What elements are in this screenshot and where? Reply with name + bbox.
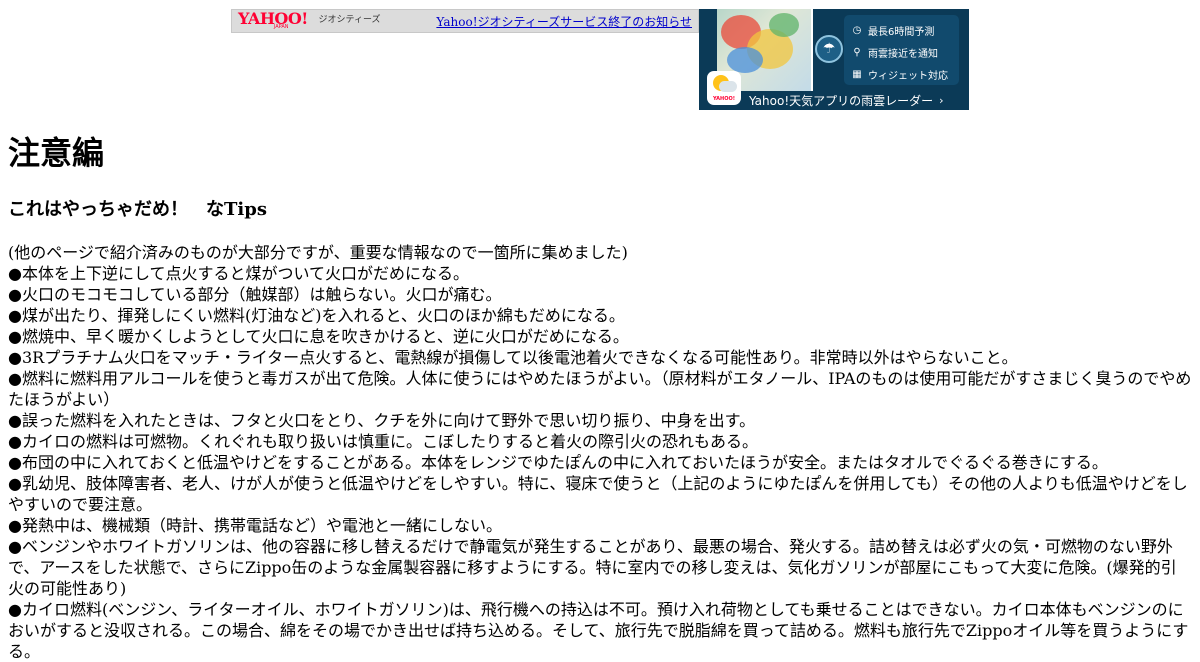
tips-line: ●燃料に燃料用アルコールを使うと毒ガスが出て危険。人体に使うにはやめたほうがよい… [8, 369, 1192, 409]
tips-content: (他のページで紹介済みのものが大部分ですが、重要な情報なので一箇所に集めました)… [8, 242, 1192, 662]
tips-line: ●誤った燃料を入れたときは、フタと火口をとり、クチを外に向けて野外で思い切り振り… [8, 411, 756, 430]
ad-feature-label: 雨雲接近を通知 [868, 48, 938, 60]
geocities-service-name: ジオシティーズ [318, 15, 381, 25]
widget-grid-icon: ▦ [852, 68, 862, 80]
weather-app-icon: YAHOO! [707, 71, 741, 105]
ad-feature-item: ⚲ 雨雲接近を通知 [850, 41, 959, 63]
yahoo-japan-logo[interactable]: YAHOO! JAPAN ジオシティーズ [238, 11, 381, 31]
tips-line: ●布団の中に入れておくと低温やけどをすることがある。本体をレンジでゆたぽんの中に… [8, 453, 1108, 472]
clock-icon: ◷ [852, 24, 862, 36]
ad-caption-text: Yahoo!天気アプリの雨雲レーダー [749, 94, 934, 108]
tips-line: ●3Rプラチナム火口をマッチ・ライター点火すると、電熱線が損傷して以後電池着火で… [8, 348, 1018, 367]
tips-line: ●発熱中は、機械類（時計、携帯電話など）や電池と一緒にしない。 [8, 516, 502, 535]
ad-feature-label: 最長6時間予測 [868, 26, 935, 38]
app-icon-label: YAHOO! [713, 96, 735, 102]
tips-line: ●乳幼児、肢体障害者、老人、けが人が使うと低温やけどをしやすい。特に、寝床で使う… [8, 474, 1188, 514]
rain-cloud-icon: ☂ [815, 35, 843, 63]
ad-feature-item: ◷ 最長6時間予測 [850, 19, 959, 41]
tips-line: ●ベンジンやホワイトガソリンは、他の容器に移し替えるだけで静電気が発生することが… [8, 537, 1177, 598]
page-subtitle: これはやっちゃだめ！ なTips [8, 199, 267, 220]
tips-line: ●火口のモコモコしている部分（触媒部）は触らない。火口が痛む。 [8, 285, 502, 304]
tips-line: ●カイロ燃料(ベンジン、ライターオイル、ホワイトガソリン)は、飛行機への持込は不… [8, 600, 1189, 661]
tips-line: ●燃焼中、早く暖かくしようとして火口に息を吹きかけると、逆に火口がだめになる。 [8, 327, 629, 346]
weather-app-ad[interactable]: ☂ ◷ 最長6時間予測 ⚲ 雨雲接近を通知 ▦ ウィジェット対応 Yahoo!天… [699, 9, 969, 110]
chevron-right-icon: › [939, 94, 944, 107]
tips-line: ●煤が出たり、揮発しにくい燃料(灯油など)を入れると、火口のほか綿もだめになる。 [8, 306, 625, 325]
ad-feature-list: ◷ 最長6時間予測 ⚲ 雨雲接近を通知 ▦ ウィジェット対応 [844, 15, 959, 85]
ad-caption: Yahoo!天気アプリの雨雲レーダー › [749, 92, 944, 109]
ad-feature-item: ▦ ウィジェット対応 [850, 63, 959, 85]
tips-line: (他のページで紹介済みのものが大部分ですが、重要な情報なので一箇所に集めました) [8, 243, 628, 262]
japan-logo-text: JAPAN [273, 24, 289, 30]
tips-line: ●カイロの燃料は可燃物。くれぐれも取り扱いは慎重に。こぼしたりすると着火の際引火… [8, 432, 758, 451]
page-title: 注意編 [8, 134, 105, 172]
tips-line: ●本体を上下逆にして点火すると煤がついて火口がだめになる。 [8, 264, 470, 283]
ad-feature-label: ウィジェット対応 [868, 70, 948, 82]
service-end-notice-link[interactable]: Yahoo!ジオシティーズサービス終了のお知らせ [436, 13, 692, 30]
location-pin-icon: ⚲ [853, 46, 861, 58]
geocities-banner: YAHOO! JAPAN ジオシティーズ Yahoo!ジオシティーズサービス終了… [231, 9, 699, 33]
